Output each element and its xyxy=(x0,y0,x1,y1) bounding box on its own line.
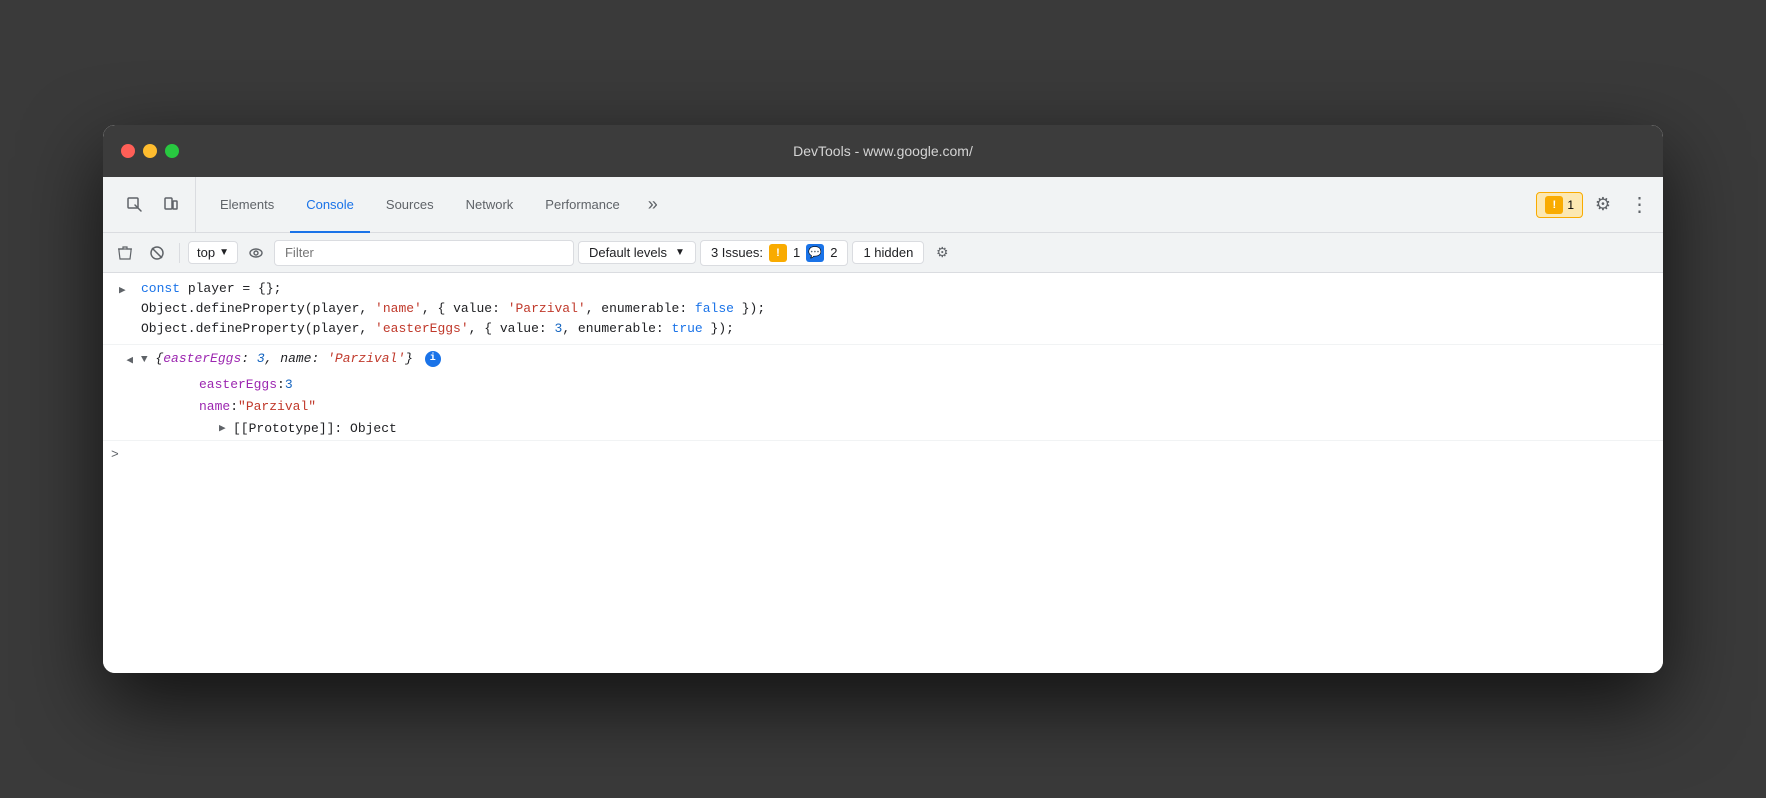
hidden-count-label[interactable]: 1 hidden xyxy=(852,241,924,264)
settings-button[interactable]: ⚙ xyxy=(1587,189,1619,221)
tab-icon-group xyxy=(111,177,196,232)
prop-easter-eggs-line: easterEggs: 3 xyxy=(103,374,1663,396)
issues-count-button[interactable]: 3 Issues: ! 1 💬 2 xyxy=(700,240,849,266)
prompt-symbol: > xyxy=(111,447,119,462)
output-arrow-left: ◀ xyxy=(126,351,133,371)
input-content: const player = {}; Object.defineProperty… xyxy=(139,279,1663,339)
expand-arrow-proto[interactable]: ▶ xyxy=(219,419,233,439)
output-gutter: ◀ xyxy=(111,349,139,371)
object-summary-content: ▼ {easterEggs: 3, name: 'Parzival'} i xyxy=(139,349,1663,370)
console-prompt-line: > xyxy=(103,440,1663,468)
issues-warn-count-icon: ! xyxy=(769,244,787,262)
console-output-section: ◀ ▼ {easterEggs: 3, name: 'Parzival'} i … xyxy=(103,344,1663,440)
inspect-element-button[interactable] xyxy=(119,189,151,221)
console-input-line: ▶ const player = {}; Object.defineProper… xyxy=(103,277,1663,342)
prop-name-line: name: "Parzival" xyxy=(103,396,1663,418)
tab-performance[interactable]: Performance xyxy=(529,178,635,233)
tab-console[interactable]: Console xyxy=(290,178,370,233)
chevron-down-icon: ▼ xyxy=(219,247,229,258)
chevron-down-icon-levels: ▼ xyxy=(675,247,685,258)
toolbar-divider-1 xyxy=(179,243,180,263)
issues-warn-icon: ! xyxy=(1545,196,1563,214)
traffic-lights xyxy=(121,144,179,158)
console-prompt-input[interactable] xyxy=(127,447,1655,462)
console-toolbar: top ▼ Default levels ▼ 3 Issues: ! 1 💬 2… xyxy=(103,233,1663,273)
context-selector[interactable]: top ▼ xyxy=(188,241,238,264)
minimize-button[interactable] xyxy=(143,144,157,158)
log-level-selector[interactable]: Default levels ▼ xyxy=(578,241,696,264)
keyword-const: const xyxy=(141,281,188,296)
input-gutter: ▶ xyxy=(111,279,139,301)
more-tabs-button[interactable]: » xyxy=(640,177,666,232)
tab-elements[interactable]: Elements xyxy=(204,178,290,233)
prototype-content: ▶ [[Prototype]]: Object xyxy=(139,419,397,439)
titlebar: DevTools - www.google.com/ xyxy=(103,125,1663,177)
device-toggle-button[interactable] xyxy=(155,189,187,221)
tab-network[interactable]: Network xyxy=(450,178,530,233)
filter-input[interactable] xyxy=(274,240,574,266)
info-icon[interactable]: i xyxy=(425,351,441,367)
prop-easter-eggs-content: easterEggs: 3 xyxy=(139,375,293,395)
issues-info-count-icon: 💬 xyxy=(806,244,824,262)
prop-name-content: name: "Parzival" xyxy=(139,397,316,417)
maximize-button[interactable] xyxy=(165,144,179,158)
prototype-line: ▶ [[Prototype]]: Object xyxy=(103,418,1663,440)
close-button[interactable] xyxy=(121,144,135,158)
tab-sources[interactable]: Sources xyxy=(370,178,450,233)
object-summary-line: ◀ ▼ {easterEggs: 3, name: 'Parzival'} i xyxy=(103,347,1663,374)
console-output: ▶ const player = {}; Object.defineProper… xyxy=(103,273,1663,673)
expand-arrow-input[interactable]: ▶ xyxy=(119,281,133,301)
eye-icon-button[interactable] xyxy=(242,239,270,267)
proto-gutter xyxy=(111,419,139,421)
issues-badge[interactable]: ! 1 xyxy=(1536,192,1583,218)
prop-gutter-1 xyxy=(111,375,139,377)
prop-gutter-2 xyxy=(111,397,139,399)
block-network-button[interactable] xyxy=(143,239,171,267)
devtools-window: DevTools - www.google.com/ Elements Cons… xyxy=(103,125,1663,673)
console-settings-button[interactable]: ⚙ xyxy=(928,239,956,267)
expand-arrow-obj[interactable]: ▼ xyxy=(141,354,148,366)
devtools-tabbar: Elements Console Sources Network Perform… xyxy=(103,177,1663,233)
clear-console-button[interactable] xyxy=(111,239,139,267)
window-title: DevTools - www.google.com/ xyxy=(793,143,973,159)
more-options-button[interactable]: ⋮ xyxy=(1623,189,1655,221)
tab-right-actions: ! 1 ⚙ ⋮ xyxy=(1536,177,1655,232)
